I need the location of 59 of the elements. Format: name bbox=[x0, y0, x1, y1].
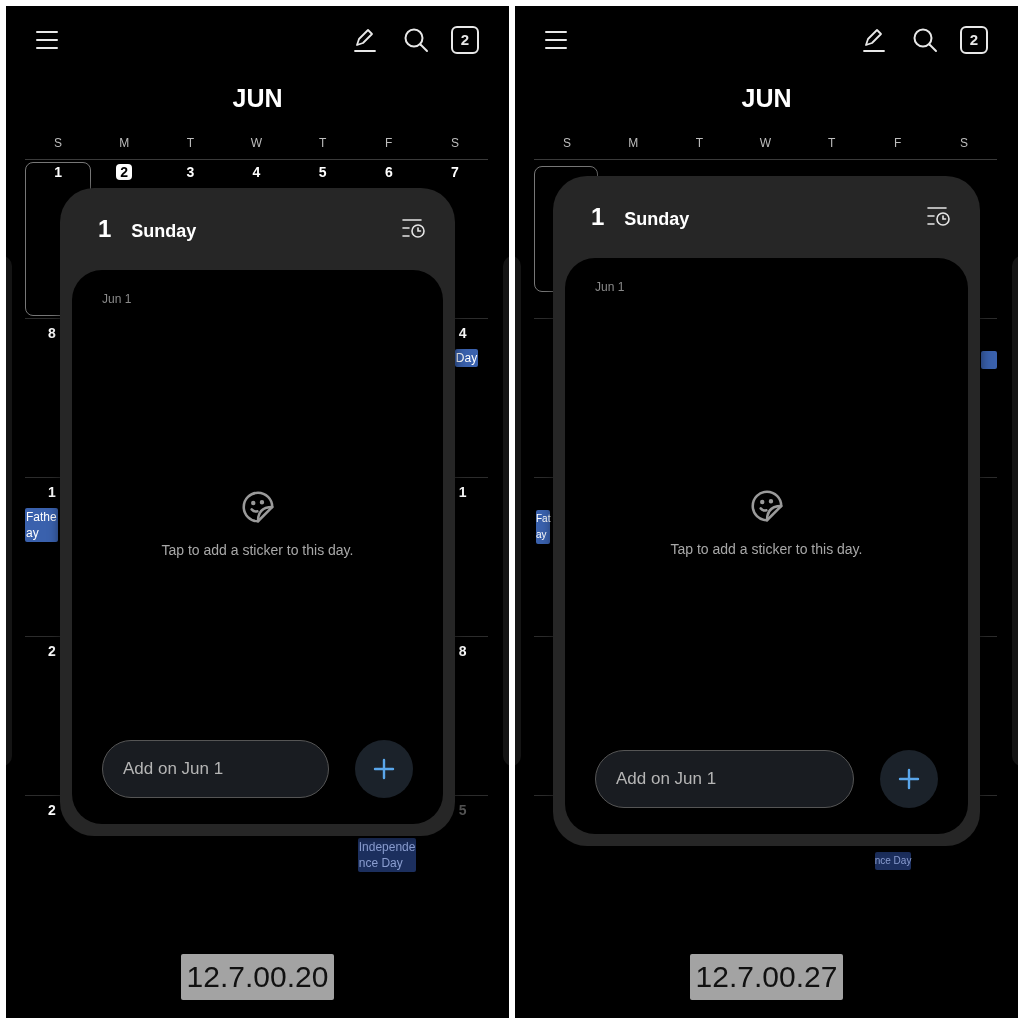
popup-day-number: 1 bbox=[591, 202, 605, 232]
weekday-label: S bbox=[958, 134, 969, 152]
day-number[interactable]: 5 bbox=[318, 164, 327, 180]
add-event-field[interactable]: Add on Jun 1 bbox=[595, 750, 854, 808]
day-number[interactable]: 4 bbox=[252, 164, 261, 180]
today-button[interactable]: 2 bbox=[960, 26, 988, 54]
day-number[interactable]: 1 bbox=[454, 484, 488, 500]
popup-weekday: Sunday bbox=[131, 219, 197, 243]
list-clock-icon[interactable] bbox=[401, 217, 427, 241]
day-number[interactable]: 3 bbox=[186, 164, 195, 180]
weekday-label: T bbox=[826, 134, 837, 152]
date-label: Jun 1 bbox=[102, 291, 133, 308]
day-number[interactable]: 7 bbox=[451, 164, 459, 180]
date-label: Jun 1 bbox=[595, 279, 626, 296]
add-event-field[interactable]: Add on Jun 1 bbox=[102, 740, 329, 798]
pencil-icon[interactable] bbox=[862, 27, 886, 53]
menu-icon[interactable] bbox=[545, 30, 567, 50]
event-text: nce Day bbox=[358, 855, 404, 871]
pencil-icon[interactable] bbox=[353, 27, 377, 53]
month-title[interactable]: JUN bbox=[741, 80, 792, 118]
plus-icon bbox=[898, 768, 920, 790]
version-label: 12.7.00.20 bbox=[180, 954, 335, 1000]
version-label: 12.7.00.27 bbox=[689, 954, 844, 1000]
weekday-label: W bbox=[758, 134, 773, 152]
day-number[interactable]: 4 bbox=[454, 325, 488, 341]
sticker-hint[interactable]: Tap to add a sticker to this day. bbox=[161, 539, 354, 561]
today-button[interactable]: 2 bbox=[451, 26, 479, 54]
event-text: Independe bbox=[358, 839, 416, 855]
event-chip[interactable] bbox=[980, 351, 997, 369]
event-text: ay bbox=[26, 525, 40, 541]
popup-weekday: Sunday bbox=[624, 207, 690, 231]
weekday-label: T bbox=[185, 134, 195, 152]
plus-icon bbox=[373, 758, 395, 780]
search-icon[interactable] bbox=[912, 27, 938, 53]
weekday-label: S bbox=[562, 134, 573, 152]
day-number[interactable]: 1 bbox=[54, 164, 62, 180]
weekday-label: F bbox=[384, 134, 394, 152]
popup-day-number: 1 bbox=[98, 214, 112, 244]
weekday-label: S bbox=[449, 134, 460, 152]
event-chip[interactable]: Day bbox=[454, 349, 479, 367]
event-text: Fathe bbox=[26, 509, 57, 525]
weekday-label: M bbox=[118, 134, 131, 152]
day-number[interactable]: 6 bbox=[384, 164, 393, 180]
day-number[interactable]: 8 bbox=[454, 643, 488, 659]
event-chip[interactable]: Fathe ay bbox=[25, 508, 58, 542]
weekday-label: S bbox=[53, 134, 64, 152]
event-chip[interactable]: Independe nce Day bbox=[357, 838, 417, 872]
weekday-label: T bbox=[317, 134, 328, 152]
weekday-label: T bbox=[694, 134, 704, 152]
sticker-hint[interactable]: Tap to add a sticker to this day. bbox=[670, 538, 863, 560]
month-title[interactable]: JUN bbox=[232, 80, 283, 118]
menu-icon[interactable] bbox=[36, 30, 58, 50]
search-icon[interactable] bbox=[403, 27, 429, 53]
list-clock-icon[interactable] bbox=[926, 205, 952, 229]
weekday-label: W bbox=[249, 134, 264, 152]
day-number[interactable]: 2 bbox=[116, 164, 133, 180]
event-text: ay bbox=[536, 528, 548, 542]
weekday-label: M bbox=[627, 134, 640, 152]
weekday-label: F bbox=[893, 134, 903, 152]
